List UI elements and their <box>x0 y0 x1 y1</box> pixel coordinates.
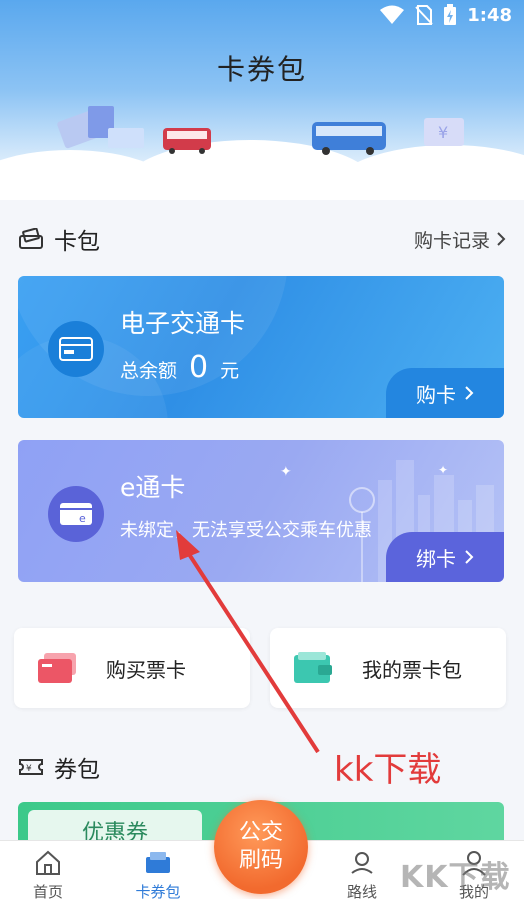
tab-route-label: 路线 <box>346 883 377 899</box>
bus-blue-icon <box>312 122 386 155</box>
coupon-pack-label: 券包 <box>54 757 100 783</box>
bind-card-label: 绑卡 <box>416 546 456 571</box>
chevron-right-icon <box>465 386 474 400</box>
tab-home-label: 首页 <box>32 883 63 899</box>
buy-ticket-card-button[interactable]: 购买票卡 <box>14 628 250 708</box>
svg-text:e: e <box>79 512 86 525</box>
transit-card-name: 电子交通卡 <box>120 309 246 338</box>
home-icon <box>36 850 60 875</box>
svg-text:¥: ¥ <box>438 123 448 142</box>
purchase-record-label: 购卡记录 <box>413 229 490 252</box>
card-pack-icon <box>19 228 43 249</box>
e-card-icon: e <box>48 486 104 542</box>
tab-card-wallet[interactable]: 卡券包 <box>118 849 198 899</box>
tab-route[interactable]: 路线 <box>322 849 402 899</box>
fab-line1: 公交 <box>238 820 283 845</box>
page-title: 卡券包 <box>216 53 307 86</box>
buy-card-button[interactable]: 购卡 <box>386 368 504 418</box>
header-illustration: ¥ <box>57 106 464 155</box>
my-ticket-wallet-label: 我的票卡包 <box>362 657 462 682</box>
tab-card-wallet-label: 卡券包 <box>135 883 181 899</box>
ticket-card-icon <box>38 653 76 683</box>
svg-text:✦: ✦ <box>280 464 292 480</box>
buy-ticket-card-label: 购买票卡 <box>106 657 186 682</box>
chevron-right-icon <box>497 232 506 246</box>
e-card[interactable]: ✦ ✦ e e通卡 未绑定，无法享受公交乘车优惠 绑卡 <box>18 440 504 582</box>
status-bar: 1:48 <box>379 4 512 26</box>
annotation-text: kk下载 <box>334 750 442 790</box>
card-pack-header: 卡包 购卡记录 <box>18 224 506 255</box>
balance-label: 总余额 <box>120 360 178 382</box>
wallet-icon <box>294 652 332 683</box>
bus-qr-code-button[interactable]: 公交 刷码 <box>214 800 308 894</box>
route-icon <box>351 852 373 874</box>
electronic-transit-card[interactable]: 电子交通卡 总余额 0 元 购卡 <box>18 276 504 418</box>
e-card-status: 未绑定，无法享受公交乘车优惠 <box>120 520 372 541</box>
bus-red-icon <box>163 128 211 154</box>
wifi-icon <box>380 5 405 24</box>
watermark: KK下载 <box>400 860 511 895</box>
balance-unit: 元 <box>220 360 240 382</box>
transit-card-balance: 总余额 0 元 <box>120 350 239 385</box>
card-wallet-icon <box>146 852 170 873</box>
e-card-name: e通卡 <box>120 473 186 502</box>
header: ¥ 1:48 卡券包 <box>0 0 524 200</box>
balance-value: 0 <box>189 350 209 385</box>
tab-home[interactable]: 首页 <box>8 849 88 899</box>
transit-card-icon <box>48 321 104 377</box>
no-sim-icon <box>415 5 433 25</box>
svg-text:¥: ¥ <box>26 764 32 774</box>
status-time: 1:48 <box>467 4 512 26</box>
card-pack-label: 卡包 <box>54 229 100 255</box>
my-ticket-wallet-button[interactable]: 我的票卡包 <box>270 628 506 708</box>
chevron-right-icon <box>465 550 474 564</box>
coupon-icon: ¥ <box>19 759 43 775</box>
svg-text:✦: ✦ <box>438 463 448 477</box>
buy-card-label: 购卡 <box>416 382 456 407</box>
purchase-record-link[interactable]: 购卡记录 <box>414 226 506 253</box>
fab-line2: 刷码 <box>238 848 283 873</box>
bind-card-button[interactable]: 绑卡 <box>386 532 504 582</box>
battery-charging-icon <box>444 4 457 25</box>
